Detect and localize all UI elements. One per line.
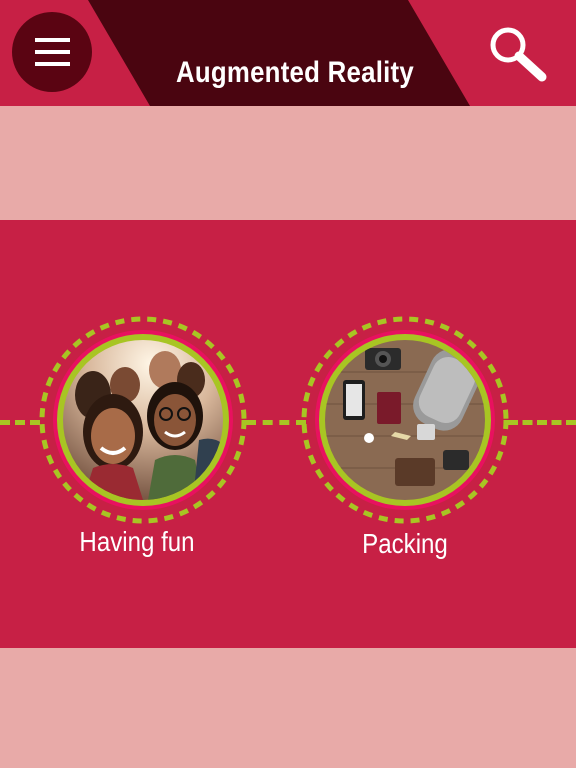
item-label: Having fun xyxy=(79,526,195,557)
page-title: Augmented Reality xyxy=(175,56,415,89)
connector-line-left xyxy=(0,420,40,425)
item-ring xyxy=(38,315,248,525)
search-button[interactable] xyxy=(484,22,550,84)
item-label: Packing xyxy=(362,528,448,559)
connector-line-right xyxy=(508,420,576,425)
connector-line-middle xyxy=(246,420,306,425)
item-ring xyxy=(300,315,510,525)
menu-button[interactable] xyxy=(12,12,92,92)
group-of-friends-photo xyxy=(63,340,223,500)
upper-band xyxy=(0,106,576,220)
search-icon xyxy=(490,27,547,82)
travel-packing-flatlay-photo xyxy=(325,340,485,500)
